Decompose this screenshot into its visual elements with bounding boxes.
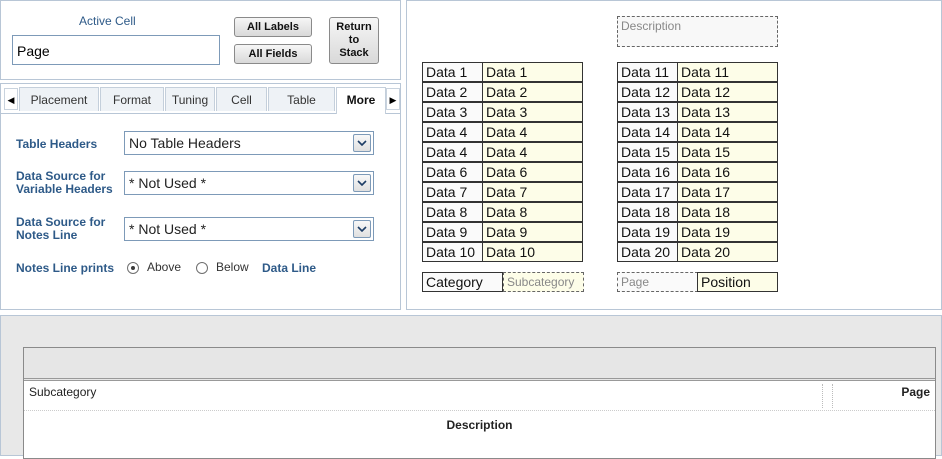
tab-format[interactable]: Format: [100, 87, 164, 111]
bottom-description: Description: [446, 418, 513, 432]
tab-scroll-right-icon[interactable]: ▶: [386, 88, 400, 110]
table-headers-value: No Table Headers: [129, 135, 241, 151]
return-label-line-3: Stack: [339, 47, 369, 59]
notes-line-select[interactable]: * Not Used *: [124, 217, 374, 241]
right-value-cell[interactable]: Data 16: [677, 162, 778, 182]
notes-line-value: * Not Used *: [129, 221, 207, 237]
right-label-cell[interactable]: Data 18: [617, 202, 678, 222]
left-value-cell[interactable]: Data 9: [482, 222, 583, 242]
left-label-cell[interactable]: Data 3: [422, 102, 483, 122]
left-label-cell[interactable]: Data 4: [422, 122, 483, 142]
column-divider: [832, 384, 833, 408]
left-value-cell[interactable]: Data 8: [482, 202, 583, 222]
right-label-cell[interactable]: Data 13: [617, 102, 678, 122]
notes-line-label: Data Source for Notes Line: [16, 216, 105, 242]
radio-selected-dot: [131, 266, 135, 270]
right-label-cell[interactable]: Data 14: [617, 122, 678, 142]
left-label-cell[interactable]: Data 8: [422, 202, 483, 222]
return-to-stack-button[interactable]: Return to Stack: [329, 17, 379, 64]
chevron-down-icon[interactable]: [353, 220, 371, 238]
right-value-cell[interactable]: Data 17: [677, 182, 778, 202]
position-cell[interactable]: Position: [697, 272, 778, 292]
left-value-cell[interactable]: Data 4: [482, 142, 583, 162]
column-divider: [822, 384, 823, 408]
right-value-cell[interactable]: Data 19: [677, 222, 778, 242]
layout-preview: Description Data 1 Data 1 Data 2 Data 2 Data…: [406, 0, 942, 310]
below-label: Below: [216, 260, 249, 274]
var-headers-label-line-2: Variable Headers: [16, 182, 113, 196]
tab-scroll-left-icon[interactable]: ◀: [4, 88, 18, 110]
print-preview-panel: Subcategory Page Description: [0, 315, 942, 459]
right-label-cell[interactable]: Data 11: [617, 62, 678, 82]
below-radio[interactable]: [196, 262, 208, 274]
settings-panel: ◀ Placement Format Tuning Cell Table Mor…: [0, 83, 401, 310]
return-label-line-2: to: [348, 34, 360, 46]
left-label-cell[interactable]: Data 6: [422, 162, 483, 182]
right-label-cell[interactable]: Data 19: [617, 222, 678, 242]
right-value-cell[interactable]: Data 15: [677, 142, 778, 162]
above-label: Above: [147, 260, 182, 274]
left-value-cell[interactable]: Data 7: [482, 182, 583, 202]
print-preview-page: Subcategory Page Description: [23, 347, 936, 459]
right-label-cell[interactable]: Data 16: [617, 162, 678, 182]
subcategory-cell[interactable]: Subcategory: [503, 272, 584, 292]
left-label-cell[interactable]: Data 7: [422, 182, 483, 202]
table-headers-select[interactable]: No Table Headers: [124, 131, 374, 155]
var-headers-select[interactable]: * Not Used *: [124, 171, 374, 195]
left-value-cell[interactable]: Data 4: [482, 122, 583, 142]
right-label-cell[interactable]: Data 20: [617, 242, 678, 262]
data-line-label: Data Line: [262, 261, 317, 275]
tab-more[interactable]: More: [336, 87, 386, 114]
right-value-cell[interactable]: Data 14: [677, 122, 778, 142]
table-headers-label: Table Headers: [16, 137, 98, 151]
chevron-down-icon[interactable]: [353, 134, 371, 152]
right-value-cell[interactable]: Data 13: [677, 102, 778, 122]
left-label-cell[interactable]: Data 4: [422, 142, 483, 162]
left-value-cell[interactable]: Data 2: [482, 82, 583, 102]
left-label-cell[interactable]: Data 2: [422, 82, 483, 102]
description-field[interactable]: Description: [617, 16, 778, 47]
bottom-page: Page: [901, 385, 930, 399]
tab-tuning[interactable]: Tuning: [165, 87, 215, 111]
var-headers-label: Data Source for Variable Headers: [16, 170, 113, 196]
tab-strip: ◀ Placement Format Tuning Cell Table Mor…: [1, 84, 400, 114]
category-cell[interactable]: Category: [422, 272, 503, 292]
right-value-cell[interactable]: Data 12: [677, 82, 778, 102]
left-label-cell[interactable]: Data 1: [422, 62, 483, 82]
right-value-cell[interactable]: Data 20: [677, 242, 778, 262]
right-label-cell[interactable]: Data 17: [617, 182, 678, 202]
page-cell[interactable]: Page: [617, 272, 698, 292]
left-value-cell[interactable]: Data 1: [482, 62, 583, 82]
right-label-cell[interactable]: Data 12: [617, 82, 678, 102]
bottom-subcategory: Subcategory: [29, 385, 97, 399]
all-fields-button[interactable]: All Fields: [234, 44, 312, 64]
print-preview-header: [24, 348, 935, 381]
return-label-line-1: Return: [336, 21, 372, 33]
left-label-cell[interactable]: Data 10: [422, 242, 483, 262]
active-cell-label: Active Cell: [79, 14, 136, 28]
chevron-down-icon[interactable]: [353, 174, 371, 192]
row-divider: [24, 410, 935, 411]
left-label-cell[interactable]: Data 9: [422, 222, 483, 242]
all-labels-button[interactable]: All Labels: [234, 17, 312, 37]
right-label-cell[interactable]: Data 15: [617, 142, 678, 162]
tab-cell[interactable]: Cell: [216, 87, 267, 111]
right-value-cell[interactable]: Data 18: [677, 202, 778, 222]
left-value-cell[interactable]: Data 10: [482, 242, 583, 262]
tab-table[interactable]: Table: [268, 87, 335, 111]
active-cell-panel: Active Cell Page All Labels All Fields R…: [0, 0, 401, 80]
var-headers-value: * Not Used *: [129, 175, 207, 191]
left-value-cell[interactable]: Data 6: [482, 162, 583, 182]
notes-prints-label: Notes Line prints: [16, 261, 115, 275]
above-radio[interactable]: [127, 262, 139, 274]
left-value-cell[interactable]: Data 3: [482, 102, 583, 122]
notes-line-label-line-2: Notes Line: [16, 228, 78, 242]
right-value-cell[interactable]: Data 11: [677, 62, 778, 82]
active-cell-input[interactable]: Page: [12, 35, 220, 65]
tab-placement[interactable]: Placement: [19, 87, 99, 111]
